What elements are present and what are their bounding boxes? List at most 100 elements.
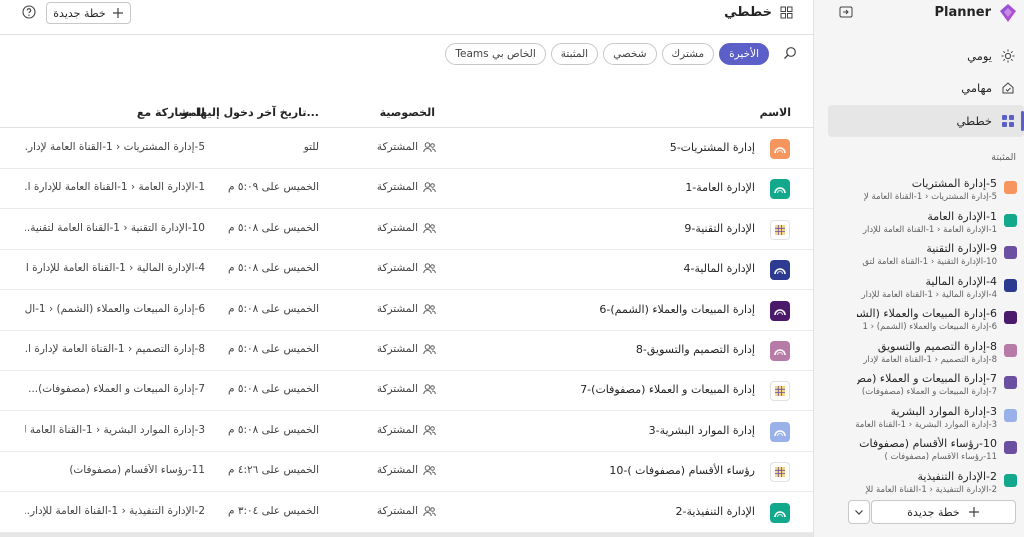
lightblue-plan-icon <box>770 421 790 442</box>
shared-with-cell: 3-إدارة الموارد البشرية ‹ 1-القناة العام… <box>25 423 205 436</box>
privacy-cell: المشتركة <box>377 464 436 476</box>
new-plan-dropdown-button[interactable] <box>848 500 870 524</box>
privacy-cell: المشتركة <box>377 262 436 274</box>
last-access-cell: الخميس على ٥:٠٨ م <box>227 343 319 355</box>
plan-icon <box>1004 441 1017 454</box>
pinned-plan-item[interactable]: 1-الإدارة العامة 1-الإدارة العامة ‹ 1-الق… <box>834 210 1024 243</box>
filter-chip-recent[interactable]: الأخيرة <box>719 43 769 65</box>
search-icon[interactable] <box>783 46 797 60</box>
plan-name[interactable]: 9-الإدارة التقنية <box>684 222 755 235</box>
sidebar-new-plan-button[interactable]: خطة جديدة <box>871 500 1016 524</box>
filter-chip-personal[interactable]: شخصي <box>603 43 657 65</box>
table-row[interactable]: 6-إدارة المبيعات والعملاء (الشمم) المشترك… <box>0 291 813 331</box>
table-row[interactable]: 4-الإدارة المالية المشتركة الخميس على ٥:٠٨… <box>0 250 813 291</box>
planner-logo-icon <box>998 3 1018 23</box>
column-header-shared-with[interactable]: المشاركة مع <box>137 106 205 119</box>
sidebar: Planner يومي مهامي خططي المثبتة 5-إدارة … <box>813 0 1024 537</box>
privacy-label: المشتركة <box>376 181 418 194</box>
page-header: خططي <box>724 5 793 20</box>
plan-name[interactable]: 3-إدارة الموارد البشرية <box>649 424 755 437</box>
privacy-cell: المشتركة <box>377 383 436 395</box>
plan-name[interactable]: 8-إدارة التصميم والتسويق <box>636 343 755 356</box>
help-icon[interactable] <box>22 5 36 19</box>
pinned-plan-name: 2-الإدارة التنفيذية <box>917 469 998 483</box>
plan-name[interactable]: 1-الإدارة العامة <box>685 181 755 194</box>
people-icon <box>423 343 436 355</box>
privacy-label: المشتركة <box>376 423 418 436</box>
pinned-plan-item[interactable]: 6-إدارة المبيعات والعملاء (الشم... 6-إدار… <box>834 307 1024 340</box>
pinned-plan-path: 11-رؤساء الأقسام (مصفوفات ) <box>884 452 997 462</box>
last-access-cell: الخميس على ٥:٠٨ م <box>227 302 319 315</box>
pinned-plan-name: 1-الإدارة العامة <box>927 209 997 223</box>
plan-icon <box>1004 343 1017 357</box>
pinned-plan-item[interactable]: 3-إدارة الموارد البشرية 3-إدارة الموارد ا… <box>834 405 1024 438</box>
table-row[interactable]: 10-رؤساء الأقسام (مصفوفات ) المشتركة الخمي… <box>0 452 813 493</box>
shared-with-cell: 2-الإدارة التنفيذية ‹ 1-القناة العامة لل… <box>25 504 205 517</box>
pinned-plan-item[interactable]: 4-الإدارة المالية 4-الإدارة المالية ‹ 1-ا… <box>834 275 1024 308</box>
last-access-cell: الخميس على ٥:٠٨ م <box>227 383 319 396</box>
plan-name[interactable]: 2-الإدارة التنفيذية <box>676 505 756 518</box>
privacy-cell: المشتركة <box>377 505 436 517</box>
nav-label: خططي <box>956 114 992 128</box>
filter-chip-my-teams[interactable]: Teams الخاص بي <box>445 43 546 65</box>
people-icon <box>423 505 436 517</box>
nav-item-my-plans[interactable]: خططي <box>828 105 1024 137</box>
pinned-plan-item[interactable]: 7-إدارة المبيعات و العملاء (مص... 7-إدارة… <box>834 372 1024 405</box>
pinned-plan-item[interactable]: 10-رؤساء الأقسام (مصفوفات ) 11-رؤساء الأق… <box>834 437 1024 470</box>
mauve-plan-icon <box>770 341 790 361</box>
nav-item-my-day[interactable]: يومي <box>828 40 1024 72</box>
pinned-plan-name: 6-إدارة المبيعات والعملاء (الشم... <box>857 307 997 320</box>
plan-icon <box>1004 181 1017 194</box>
nav-item-my-tasks[interactable]: مهامي <box>828 72 1024 104</box>
column-header-privacy[interactable]: الخصوصية <box>380 106 435 119</box>
table-row[interactable]: 1-الإدارة العامة المشتركة الخميس على ٥:٠٩ … <box>0 169 813 210</box>
shared-with-cell: 10-الإدارة التقنية ‹ 1-القناة العامة لتق… <box>25 221 205 234</box>
plan-name[interactable]: 5-إدارة المشتريات <box>670 141 755 154</box>
table-row[interactable]: 5-إدارة المشتريات المشتركة للتو 5-إدارة الم… <box>0 129 813 169</box>
table-row[interactable]: 8-إدارة التصميم والتسويق المشتركة الخميس ع… <box>0 331 813 371</box>
table-row[interactable]: 2-الإدارة التنفيذية المشتركة الخميس على ٣:… <box>0 493 813 533</box>
pinned-plan-item[interactable]: 5-إدارة المشتريات 5-إدارة المشتريات ‹ 1-ا… <box>834 177 1024 210</box>
last-access-cell: للتو <box>303 141 319 153</box>
shared-with-cell: 1-الإدارة العامة ‹ 1-القناة العامة للإدا… <box>25 181 205 194</box>
table-row[interactable]: 7-إدارة المبيعات و العملاء (مصفوفات) المش… <box>0 371 813 412</box>
main-panel: خطة جديدة خططي الأخيرة مشترك شخصي المثبت… <box>0 0 813 537</box>
pinned-plan-name: 4-الإدارة المالية <box>925 274 997 288</box>
privacy-cell: المشتركة <box>377 181 436 193</box>
column-header-name[interactable]: الاسم <box>760 106 791 119</box>
plan-icon <box>1004 408 1017 422</box>
last-access-cell: الخميس على ٥:٠٨ م <box>227 221 319 234</box>
pinned-plan-path: 2-الإدارة التنفيذية ‹ 1-القناة العامة لل… <box>865 484 997 495</box>
new-plan-button[interactable]: خطة جديدة <box>46 2 131 24</box>
people-icon <box>423 383 436 395</box>
privacy-cell: المشتركة <box>377 424 436 436</box>
people-icon <box>423 262 436 274</box>
people-icon <box>423 222 436 234</box>
horizontal-scrollbar[interactable] <box>0 533 813 537</box>
filter-chip-shared[interactable]: مشترك <box>661 43 715 65</box>
teal-plan-icon <box>770 179 790 200</box>
last-access-cell: الخميس على ٥:٠٩ م <box>227 181 319 194</box>
plus-icon <box>112 7 124 19</box>
plan-name[interactable]: 7-إدارة المبيعات و العملاء (مصفوفات) <box>580 383 755 396</box>
plan-icon <box>1004 213 1017 227</box>
privacy-label: المشتركة <box>376 221 418 234</box>
plan-name[interactable]: 6-إدارة المبيعات والعملاء (الشمم) <box>599 303 755 316</box>
plan-name[interactable]: 10-رؤساء الأقسام (مصفوفات ) <box>609 464 755 477</box>
pinned-plan-name: 7-إدارة المبيعات و العملاء (مص... <box>857 372 997 385</box>
table-row[interactable]: 9-الإدارة التقنية المشتركة الخميس على ٥:٠٨… <box>0 210 813 250</box>
nav-label: مهامي <box>961 81 992 95</box>
table-row[interactable]: 3-إدارة الموارد البشرية المشتركة الخميس عل… <box>0 412 813 452</box>
collapse-sidebar-icon[interactable] <box>839 5 853 19</box>
filter-chip-pinned[interactable]: المثبتة <box>550 43 599 65</box>
plan-name[interactable]: 4-الإدارة المالية <box>683 262 755 275</box>
people-icon <box>423 424 436 436</box>
pinned-plan-item[interactable]: 8-إدارة التصميم والتسويق 8-إدارة التصميم … <box>834 340 1024 373</box>
shared-with-cell: 5-إدارة المشتريات ‹ 1-القناة العامة لإدا… <box>25 141 205 153</box>
grid-plan-icon <box>770 462 790 483</box>
privacy-label: المشتركة <box>376 464 418 477</box>
pinned-plan-item[interactable]: 2-الإدارة التنفيذية 2-الإدارة التنفيذية ‹… <box>834 470 1024 503</box>
last-access-cell: الخميس على ٣:٠٤ م <box>227 504 319 517</box>
privacy-cell: المشتركة <box>377 141 436 153</box>
pinned-plan-item[interactable]: 9-الإدارة التقنية 10-الإدارة التقنية ‹ 1-… <box>834 242 1024 275</box>
